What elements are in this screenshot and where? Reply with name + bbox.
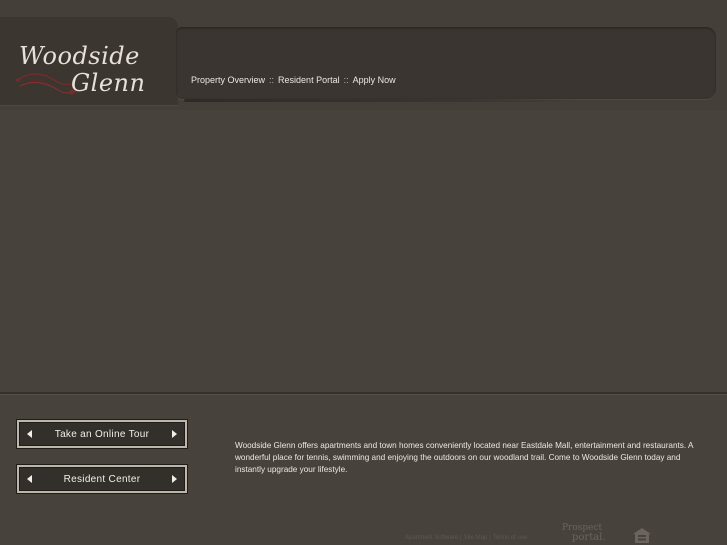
equal-housing-icon [633,528,651,543]
resident-center-label: Resident Center [63,473,141,485]
footer-link-terms[interactable]: Terms of use [493,535,527,541]
property-description: Woodside Glenn offers apartments and tow… [235,441,694,474]
provider-line2: portal. [572,532,606,543]
arrow-right-icon [171,475,177,483]
nav-separator: :: [343,75,349,85]
resident-center-button[interactable]: Resident Center [17,465,187,493]
prospect-portal-logo[interactable]: Prospect portal. [562,524,606,543]
main-content-area [0,110,727,393]
nav-separator: :: [269,75,275,85]
arrow-left-icon [27,430,32,438]
footer-link-apartment-software[interactable]: Apartment Software [405,535,458,541]
footer-links: Apartment Software | Site Map | Terms of use [405,535,527,541]
online-tour-label: Take an Online Tour [54,428,150,440]
footer-separator: | [489,535,491,541]
footer-separator: | [460,535,462,541]
footer-link-site-map[interactable]: Site Map [464,535,488,541]
section-divider [0,392,727,395]
nav-apply-now[interactable]: Apply Now [353,75,396,85]
arrow-left-icon [27,475,32,483]
nav-panel-shadow [184,99,586,102]
logo-text-line1: Woodside [19,42,140,70]
nav-resident-portal[interactable]: Resident Portal [278,75,340,85]
online-tour-button[interactable]: Take an Online Tour [17,420,187,448]
arrow-right-icon [172,430,177,438]
nav-panel [176,27,716,102]
main-navigation: Property Overview:: Resident Portal:: Appl… [191,75,396,85]
nav-property-overview[interactable]: Property Overview [191,75,265,85]
logo-text-line2: Glenn [71,69,146,97]
site-logo[interactable]: Woodside Glenn [14,36,146,104]
